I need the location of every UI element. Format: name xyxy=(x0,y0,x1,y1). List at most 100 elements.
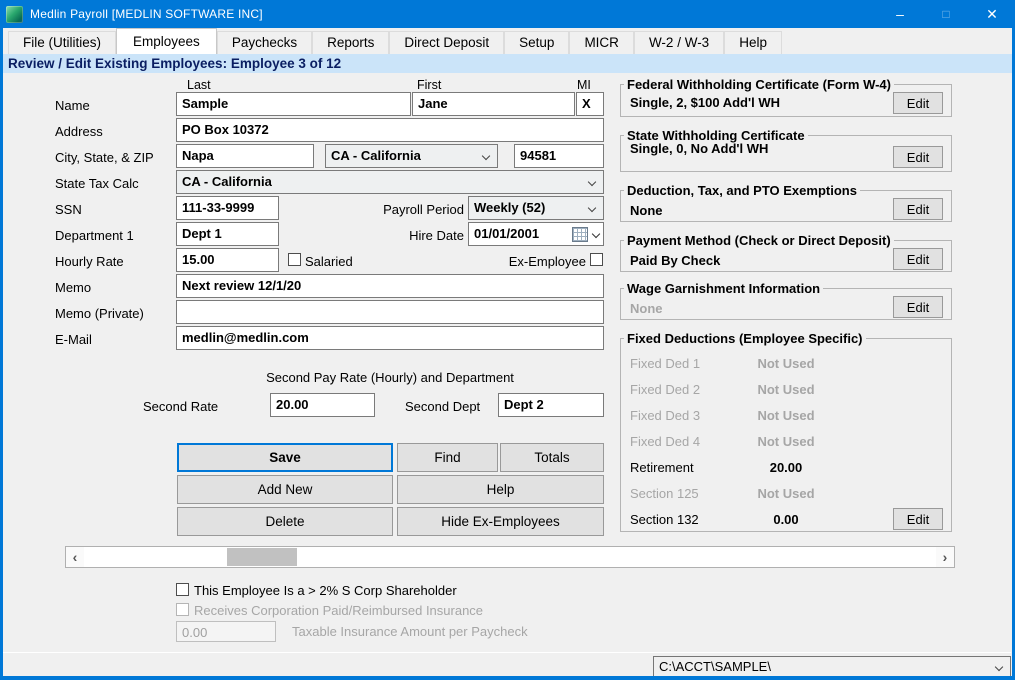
tab-direct-deposit[interactable]: Direct Deposit xyxy=(389,31,504,54)
maximize-button[interactable]: □ xyxy=(923,0,969,28)
add-new-button[interactable]: Add New xyxy=(177,475,393,504)
wage-garnishment-title: Wage Garnishment Information xyxy=(624,281,823,296)
minimize-button[interactable]: – xyxy=(877,0,923,28)
calendar-icon[interactable] xyxy=(572,227,588,242)
status-bar: C:\ACCT\SAMPLE\ xyxy=(3,652,1011,677)
second-rate-label: Second Rate xyxy=(143,399,218,414)
retirement-label: Retirement xyxy=(630,460,694,475)
close-button[interactable]: ✕ xyxy=(969,0,1015,28)
totals-button[interactable]: Totals xyxy=(500,443,604,472)
taxable-insurance-field[interactable]: 0.00 xyxy=(176,621,276,642)
memo-private-label: Memo (Private) xyxy=(55,306,144,321)
hire-date-label: Hire Date xyxy=(360,228,464,243)
tab-file-utilities[interactable]: File (Utilities) xyxy=(8,31,116,54)
first-column-header: First xyxy=(417,78,441,92)
section-132-value: 0.00 xyxy=(752,512,820,527)
address-field[interactable]: PO Box 10372 xyxy=(176,118,604,142)
city-field[interactable]: Napa xyxy=(176,144,314,168)
payroll-period-label: Payroll Period xyxy=(360,202,464,217)
second-dept-label: Second Dept xyxy=(405,399,480,414)
window-title: Medlin Payroll [MEDLIN SOFTWARE INC] xyxy=(30,7,263,21)
help-button[interactable]: Help xyxy=(397,475,604,504)
state-select[interactable]: CA - California xyxy=(325,144,498,168)
payroll-period-select[interactable]: Weekly (52) xyxy=(468,196,604,220)
name-label: Name xyxy=(55,98,90,113)
federal-withholding-value: Single, 2, $100 Add'l WH xyxy=(630,95,780,110)
department1-label: Department 1 xyxy=(55,228,134,243)
ssn-label: SSN xyxy=(55,202,82,217)
tab-employees[interactable]: Employees xyxy=(116,28,217,54)
app-window: Medlin Payroll [MEDLIN SOFTWARE INC] – □… xyxy=(0,0,1015,680)
horizontal-scrollbar[interactable]: ‹ › xyxy=(65,546,955,568)
fixed-ded-1-label: Fixed Ded 1 xyxy=(630,356,700,371)
chevron-down-icon xyxy=(588,204,596,212)
insurance-checkbox[interactable] xyxy=(176,603,189,616)
fixed-ded-4-label: Fixed Ded 4 xyxy=(630,434,700,449)
fixed-ded-1-value: Not Used xyxy=(752,356,820,371)
app-icon xyxy=(6,6,23,23)
scroll-left-icon[interactable]: ‹ xyxy=(66,547,84,567)
exemptions-edit-button[interactable]: Edit xyxy=(893,198,943,220)
fixed-deductions-edit-button[interactable]: Edit xyxy=(893,508,943,530)
email-field[interactable]: medlin@medlin.com xyxy=(176,326,604,350)
section-132-label: Section 132 xyxy=(630,512,699,527)
tab-help[interactable]: Help xyxy=(724,31,782,54)
fixed-ded-2-value: Not Used xyxy=(752,382,820,397)
data-folder-path: C:\ACCT\SAMPLE\ xyxy=(659,659,771,674)
memo-label: Memo xyxy=(55,280,91,295)
wage-garnishment-value: None xyxy=(630,301,663,316)
salaried-checkbox[interactable] xyxy=(288,253,301,266)
memo-private-field[interactable] xyxy=(176,300,604,324)
payment-method-edit-button[interactable]: Edit xyxy=(893,248,943,270)
hourly-rate-label: Hourly Rate xyxy=(55,254,124,269)
tab-micr[interactable]: MICR xyxy=(569,31,634,54)
tab-setup[interactable]: Setup xyxy=(504,31,569,54)
last-column-header: Last xyxy=(187,78,211,92)
state-withholding-edit-button[interactable]: Edit xyxy=(893,146,943,168)
ex-employee-label: Ex-Employee xyxy=(505,254,586,269)
delete-button[interactable]: Delete xyxy=(177,507,393,536)
state-tax-calc-select[interactable]: CA - California xyxy=(176,170,604,194)
second-rate-field[interactable]: 20.00 xyxy=(270,393,375,417)
state-withholding-value: Single, 0, No Add'l WH xyxy=(630,141,768,156)
payment-method-title: Payment Method (Check or Direct Deposit) xyxy=(624,233,894,248)
salaried-label: Salaried xyxy=(305,254,353,269)
save-button[interactable]: Save xyxy=(177,443,393,472)
tab-paychecks[interactable]: Paychecks xyxy=(217,31,312,54)
wage-garnishment-edit-button[interactable]: Edit xyxy=(893,296,943,318)
federal-withholding-title: Federal Withholding Certificate (Form W-… xyxy=(624,77,894,92)
tab-w2-w3[interactable]: W-2 / W-3 xyxy=(634,31,724,54)
middle-initial-field[interactable]: X xyxy=(576,92,604,116)
insurance-label: Receives Corporation Paid/Reimbursed Ins… xyxy=(194,603,483,618)
chevron-down-icon xyxy=(588,178,596,186)
section-125-label: Section 125 xyxy=(630,486,699,501)
payroll-period-value: Weekly (52) xyxy=(474,200,545,215)
exemptions-value: None xyxy=(630,203,663,218)
last-name-field[interactable]: Sample xyxy=(176,92,411,116)
page-title: Review / Edit Existing Employees: Employ… xyxy=(0,54,1015,73)
address-label: Address xyxy=(55,124,103,139)
ex-employee-checkbox[interactable] xyxy=(590,253,603,266)
scrollbar-thumb[interactable] xyxy=(227,548,297,566)
window-left-edge xyxy=(0,28,3,680)
department1-field[interactable]: Dept 1 xyxy=(176,222,279,246)
find-button[interactable]: Find xyxy=(397,443,498,472)
s-corp-checkbox[interactable] xyxy=(176,583,189,596)
fixed-deductions-title: Fixed Deductions (Employee Specific) xyxy=(624,331,866,346)
tab-reports[interactable]: Reports xyxy=(312,31,389,54)
chevron-down-icon xyxy=(482,152,490,160)
fixed-ded-2-label: Fixed Ded 2 xyxy=(630,382,700,397)
second-pay-title: Second Pay Rate (Hourly) and Department xyxy=(176,370,604,385)
federal-withholding-edit-button[interactable]: Edit xyxy=(893,92,943,114)
payment-method-value: Paid By Check xyxy=(630,253,720,268)
second-dept-field[interactable]: Dept 2 xyxy=(498,393,604,417)
hide-ex-employees-button[interactable]: Hide Ex-Employees xyxy=(397,507,604,536)
window-controls: – □ ✕ xyxy=(877,0,1015,28)
first-name-field[interactable]: Jane xyxy=(412,92,575,116)
hourly-rate-field[interactable]: 15.00 xyxy=(176,248,279,272)
data-folder-select[interactable]: C:\ACCT\SAMPLE\ xyxy=(653,656,1011,677)
zip-field[interactable]: 94581 xyxy=(514,144,604,168)
scroll-right-icon[interactable]: › xyxy=(936,547,954,567)
ssn-field[interactable]: 111-33-9999 xyxy=(176,196,279,220)
memo-field[interactable]: Next review 12/1/20 xyxy=(176,274,604,298)
